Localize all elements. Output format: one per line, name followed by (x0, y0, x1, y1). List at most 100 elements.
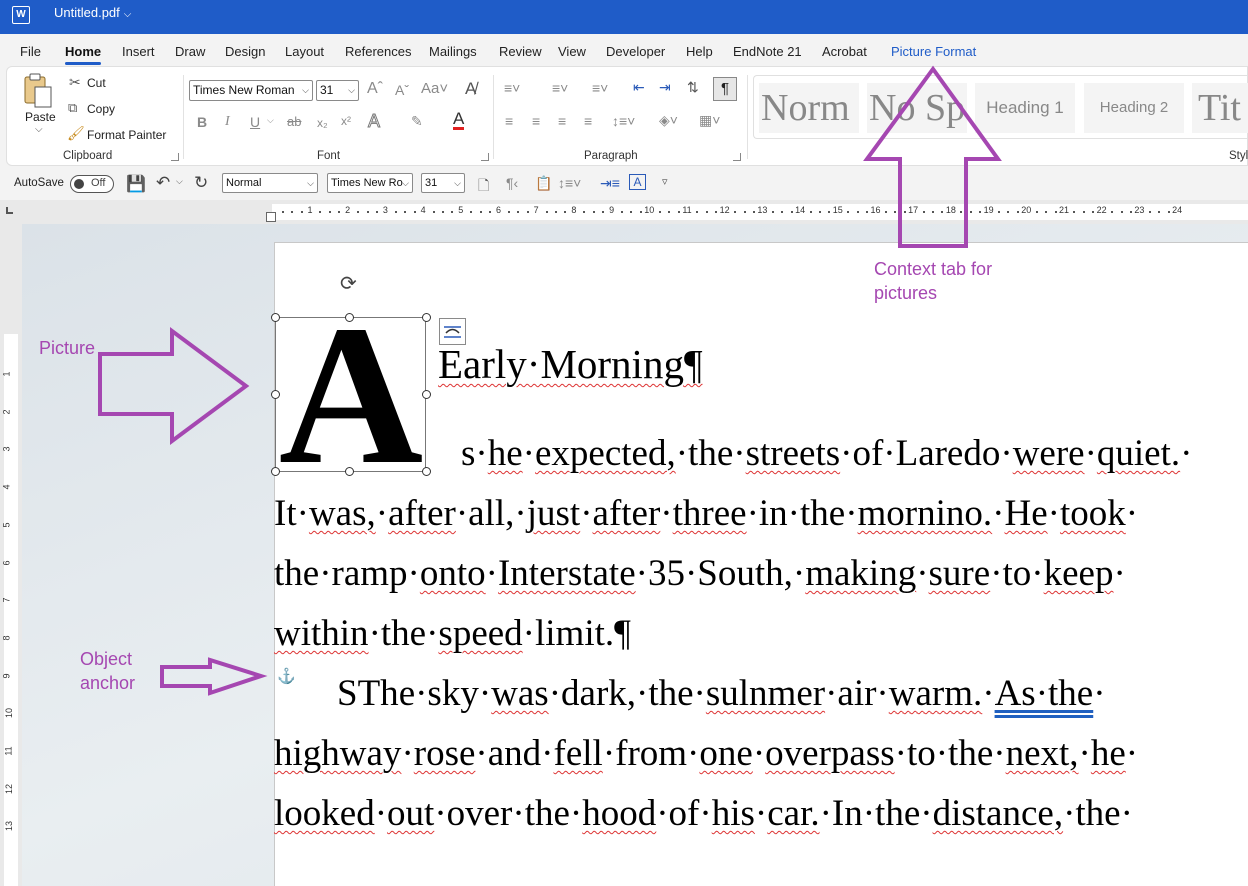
resize-handle[interactable] (271, 390, 280, 399)
redo-icon[interactable]: ↻ (194, 173, 208, 193)
resize-handle[interactable] (271, 467, 280, 476)
tab-acrobat[interactable]: Acrobat (822, 44, 867, 59)
qat-size-select[interactable]: 31 ⌵ (421, 173, 465, 193)
font-launcher-icon[interactable] (481, 153, 489, 161)
numbering-icon[interactable]: ≡˅ (552, 80, 568, 96)
picture-selection-frame[interactable] (275, 317, 426, 472)
style-heading-1[interactable]: Heading 1 (975, 83, 1075, 133)
paragraph-line[interactable]: within·the·speed·limit.¶ (274, 612, 631, 655)
save-icon[interactable]: 💾 (126, 174, 146, 194)
tab-view[interactable]: View (558, 44, 586, 59)
italic-icon[interactable]: I (225, 114, 230, 130)
resize-handle[interactable] (345, 467, 354, 476)
highlight-icon[interactable]: ✎ (411, 113, 423, 130)
document-heading[interactable]: Early·Morning¶ (438, 340, 703, 388)
line-spacing-icon[interactable]: ↕≡˅ (612, 113, 635, 129)
tab-review[interactable]: Review (499, 44, 542, 59)
document-icon[interactable]: 🗋 (478, 175, 489, 199)
indent-icon[interactable]: ⇥≡ (600, 175, 620, 192)
paste-icon[interactable] (23, 73, 53, 109)
tab-layout[interactable]: Layout (285, 44, 324, 59)
autosave-toggle[interactable]: Off (70, 175, 114, 193)
tab-insert[interactable]: Insert (122, 44, 155, 59)
tab-endnote[interactable]: EndNote 21 (733, 44, 802, 59)
customize-toolbar-icon[interactable]: ▿ (662, 175, 668, 188)
font-size-select[interactable]: 31 ⌵ (316, 80, 359, 101)
paragraph-line[interactable]: looked·out·over·the·hood·of·his·car.·In·… (274, 792, 1229, 835)
resize-handle[interactable] (422, 467, 431, 476)
rtl-paragraph-icon[interactable]: ¶‹ (506, 175, 518, 191)
shading-icon[interactable]: ◈˅ (659, 112, 678, 129)
increase-indent-icon[interactable]: ⇥ (659, 79, 671, 96)
bold-icon[interactable]: B (197, 114, 207, 130)
align-center-icon[interactable]: ≡ (532, 113, 540, 129)
format-painter-icon[interactable]: 🖌 (67, 125, 85, 142)
align-left-icon[interactable]: ≡ (505, 113, 513, 129)
tab-mailings[interactable]: Mailings (429, 44, 477, 59)
text-effects-icon[interactable]: A (367, 111, 380, 132)
bullets-icon[interactable]: ≡˅ (504, 80, 520, 96)
paragraph-launcher-icon[interactable] (733, 153, 741, 161)
tab-file[interactable]: File (20, 44, 41, 59)
copy-icon[interactable]: ⧉ (68, 100, 77, 116)
font-name-select[interactable]: Times New Roman ⌵ (189, 80, 313, 101)
style-heading-2[interactable]: Heading 2 (1084, 83, 1184, 133)
tab-picture-format[interactable]: Picture Format (891, 44, 976, 59)
strikethrough-icon[interactable]: ab (287, 114, 301, 129)
shrink-font-icon[interactable]: Aˇ (395, 82, 409, 98)
resize-handle[interactable] (271, 313, 280, 322)
paragraph-line[interactable]: highway·rose·and·fell·from·one·overpass·… (274, 732, 1229, 775)
tab-references[interactable]: References (345, 44, 411, 59)
justify-icon[interactable]: ≡ (584, 113, 592, 129)
style-select[interactable]: Normal ⌵ (222, 173, 318, 193)
format-painter-button[interactable]: Format Painter (87, 128, 166, 142)
resize-handle[interactable] (422, 313, 431, 322)
paragraph-line[interactable]: SThe·sky·was·dark,·the·sulnmer·air·warm.… (337, 672, 1229, 715)
grow-font-icon[interactable]: Aˆ (367, 80, 383, 98)
multilevel-list-icon[interactable]: ≡˅ (592, 80, 608, 96)
scissors-icon[interactable]: ✂ (69, 74, 81, 91)
tab-help[interactable]: Help (686, 44, 713, 59)
subscript-icon[interactable]: x₂ (317, 116, 328, 130)
font-color-icon[interactable]: A (453, 110, 465, 130)
style-no-spacing[interactable]: No Sp (867, 83, 967, 133)
line-spacing-icon[interactable]: ↕≡˅ (558, 175, 581, 191)
tab-draw[interactable]: Draw (175, 44, 205, 59)
change-case-icon[interactable]: Aa˅ (421, 80, 448, 97)
resize-handle[interactable] (345, 313, 354, 322)
text-box-icon[interactable]: A (629, 174, 646, 190)
copy-button[interactable]: Copy (87, 102, 115, 116)
rotate-handle-icon[interactable]: ⟳ (340, 271, 357, 296)
horizontal-ruler[interactable]: 1 2 3 4 5 6 7 8 9 10 11 12 13 14 15 16 17 18 19 20 21 22 23 24 (272, 204, 1248, 220)
clear-formatting-icon[interactable]: A̸ (465, 79, 476, 99)
superscript-icon[interactable]: x² (341, 114, 351, 128)
paste-button[interactable]: Paste (25, 110, 56, 124)
cut-button[interactable]: Cut (87, 76, 106, 90)
sort-icon[interactable]: ⇅ (687, 79, 699, 96)
tab-home[interactable]: Home (65, 44, 102, 65)
tab-developer[interactable]: Developer (606, 44, 665, 59)
resize-handle[interactable] (422, 390, 431, 399)
anchor-icon[interactable]: ⚓ (277, 667, 296, 685)
paragraph-line[interactable]: the·ramp·onto·Interstate·35·South,·makin… (274, 552, 1229, 595)
vertical-ruler[interactable]: 1 2 3 4 5 6 7 8 9 10 11 12 13 (0, 224, 22, 886)
style-title[interactable]: Tit (1192, 83, 1248, 133)
indent-marker-icon[interactable] (266, 212, 276, 222)
undo-icon[interactable]: ↶ (156, 173, 170, 193)
word-icon[interactable]: W (12, 6, 30, 24)
tab-selector-icon[interactable] (6, 207, 13, 214)
style-normal[interactable]: Norm (759, 83, 859, 133)
borders-icon[interactable]: ▦˅ (699, 112, 720, 129)
paste-special-icon[interactable]: 📋 (535, 175, 552, 192)
document-title[interactable]: Untitled.pdf ⌵ (54, 5, 131, 20)
tab-design[interactable]: Design (225, 44, 265, 59)
qat-font-select[interactable]: Times New Ro ⌵ (327, 173, 413, 193)
chevron-down-icon[interactable]: ⌵ (267, 115, 274, 126)
clipboard-launcher-icon[interactable] (171, 153, 179, 161)
align-right-icon[interactable]: ≡ (558, 113, 566, 129)
paragraph-line[interactable]: It·was,·after·all,·just·after·three·in·t… (274, 492, 1229, 535)
chevron-down-icon[interactable]: ⌵ (35, 124, 43, 135)
underline-icon[interactable]: U (250, 114, 260, 130)
show-formatting-icon[interactable]: ¶ (713, 77, 737, 101)
paragraph-line[interactable]: s·he·expected,·the·streets·of·Laredo·wer… (461, 432, 1229, 475)
